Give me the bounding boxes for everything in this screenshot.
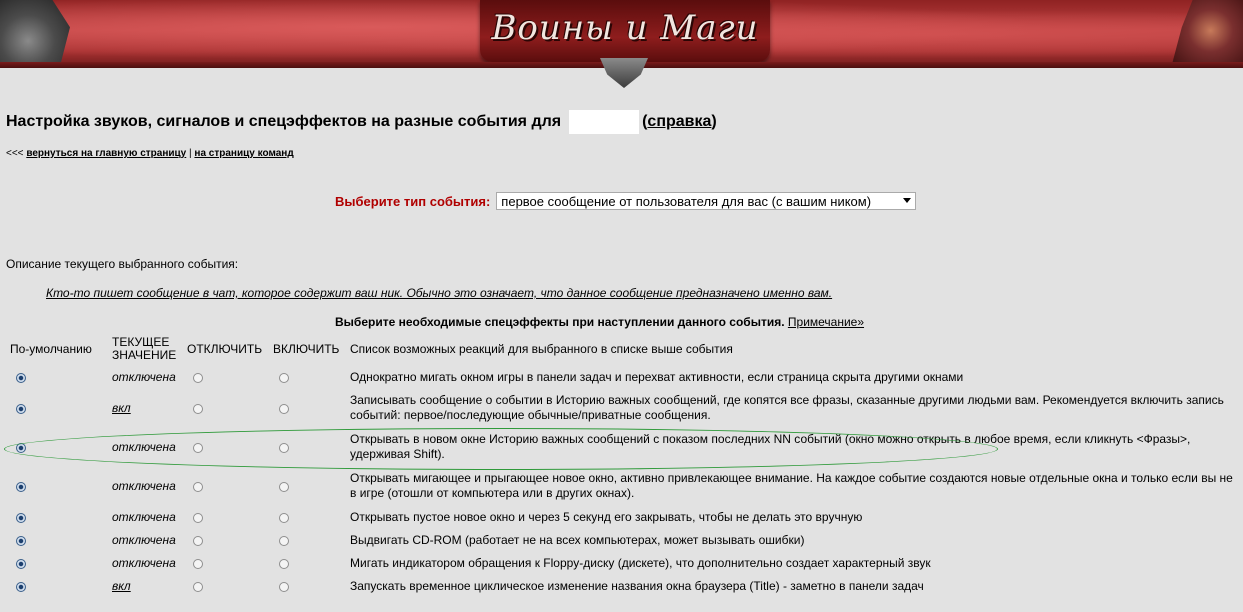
event-type-selector: Выберите тип события: первое сообщение о… xyxy=(335,191,917,211)
current-value: отключена xyxy=(112,510,176,524)
current-value: отключена xyxy=(112,370,176,384)
radio-disable[interactable] xyxy=(193,482,203,492)
warrior-portrait-left xyxy=(0,0,70,68)
current-value: вкл xyxy=(112,401,131,415)
commands-page-link[interactable]: на страницу команд xyxy=(194,148,293,159)
paren-close: ) xyxy=(711,113,717,130)
page-title: Настройка звуков, сигналов и спецэффекто… xyxy=(6,110,717,134)
radio-default[interactable] xyxy=(16,582,26,592)
col-header-enable: ВКЛЮЧИТЬ xyxy=(273,342,340,356)
page-title-text: Настройка звуков, сигналов и спецэффекто… xyxy=(6,113,562,130)
note-link[interactable]: Примечание» xyxy=(788,315,864,329)
radio-enable[interactable] xyxy=(279,536,289,546)
mage-portrait-right xyxy=(1171,0,1243,68)
reaction-description: Запускать временное циклическое изменени… xyxy=(350,579,924,593)
game-logo-text: Воины и Маги xyxy=(491,8,759,48)
radio-enable[interactable] xyxy=(279,513,289,523)
radio-disable[interactable] xyxy=(193,443,203,453)
radio-enable[interactable] xyxy=(279,443,289,453)
radio-disable[interactable] xyxy=(193,404,203,414)
radio-default[interactable] xyxy=(16,536,26,546)
radio-default[interactable] xyxy=(16,443,26,453)
logo-shield-icon xyxy=(600,58,648,88)
current-value: вкл xyxy=(112,579,131,593)
radio-enable[interactable] xyxy=(279,582,289,592)
radio-default[interactable] xyxy=(16,559,26,569)
radio-disable[interactable] xyxy=(193,373,203,383)
nickname-box xyxy=(569,110,640,134)
event-type-select[interactable]: первое сообщение от пользователя для вас… xyxy=(496,192,917,210)
radio-disable[interactable] xyxy=(193,536,203,546)
col-header-current-line2: ЗНАЧЕНИЕ xyxy=(112,348,177,362)
radio-disable[interactable] xyxy=(193,513,203,523)
current-value: отключена xyxy=(112,440,176,454)
reaction-description: Мигать индикатором обращения к Floppy-ди… xyxy=(350,556,931,570)
col-header-current: ТЕКУЩЕЕ ЗНАЧЕНИЕ xyxy=(112,336,176,362)
event-type-selected: первое сообщение от пользователя для вас… xyxy=(501,193,872,209)
back-to-main-link[interactable]: вернуться на главную страницу xyxy=(26,148,186,159)
radio-default[interactable] xyxy=(16,404,26,414)
nav-separator: | xyxy=(189,148,192,159)
description-text: Кто-то пишет сообщение в чат, которое со… xyxy=(46,286,833,300)
radio-disable[interactable] xyxy=(193,559,203,569)
radio-enable[interactable] xyxy=(279,559,289,569)
radio-default[interactable] xyxy=(16,373,26,383)
reaction-description: Записывать сообщение о событии в Историю… xyxy=(350,393,1224,422)
help-link[interactable]: справка xyxy=(647,113,711,131)
radio-disable[interactable] xyxy=(193,582,203,592)
nav-prefix: <<< xyxy=(6,148,24,159)
col-header-default: По-умолчанию xyxy=(10,342,92,356)
col-header-disable: ОТКЛЮЧИТЬ xyxy=(187,342,263,356)
current-value: отключена xyxy=(112,479,176,493)
event-type-label: Выберите тип события: xyxy=(335,193,491,209)
effects-title: Выберите необходимые спецэффекты при нас… xyxy=(335,315,864,329)
radio-default[interactable] xyxy=(16,482,26,492)
reaction-description: Открывать мигающее и прыгающее новое окн… xyxy=(350,471,1233,500)
radio-default[interactable] xyxy=(16,513,26,523)
game-banner: Воины и Маги xyxy=(0,0,1243,68)
reaction-description: Выдвигать CD-ROM (работает не на всех ко… xyxy=(350,533,805,547)
current-value: отключена xyxy=(112,556,176,570)
reaction-description: Открывать в новом окне Историю важных со… xyxy=(350,432,1191,461)
radio-enable[interactable] xyxy=(279,373,289,383)
breadcrumb: <<< вернуться на главную страницу | на с… xyxy=(6,148,294,159)
radio-enable[interactable] xyxy=(279,482,289,492)
reaction-description: Открывать пустое новое окно и через 5 се… xyxy=(350,510,863,524)
description-label: Описание текущего выбранного события: xyxy=(6,257,239,271)
reaction-description: Однократно мигать окном игры в панели за… xyxy=(350,370,964,384)
current-value: отключена xyxy=(112,533,176,547)
col-header-reactions: Список возможных реакций для выбранного … xyxy=(350,342,733,356)
chevron-down-icon xyxy=(903,198,912,203)
effects-title-text: Выберите необходимые спецэффекты при нас… xyxy=(335,315,785,329)
radio-enable[interactable] xyxy=(279,404,289,414)
logo-plate: Воины и Маги xyxy=(480,0,770,62)
